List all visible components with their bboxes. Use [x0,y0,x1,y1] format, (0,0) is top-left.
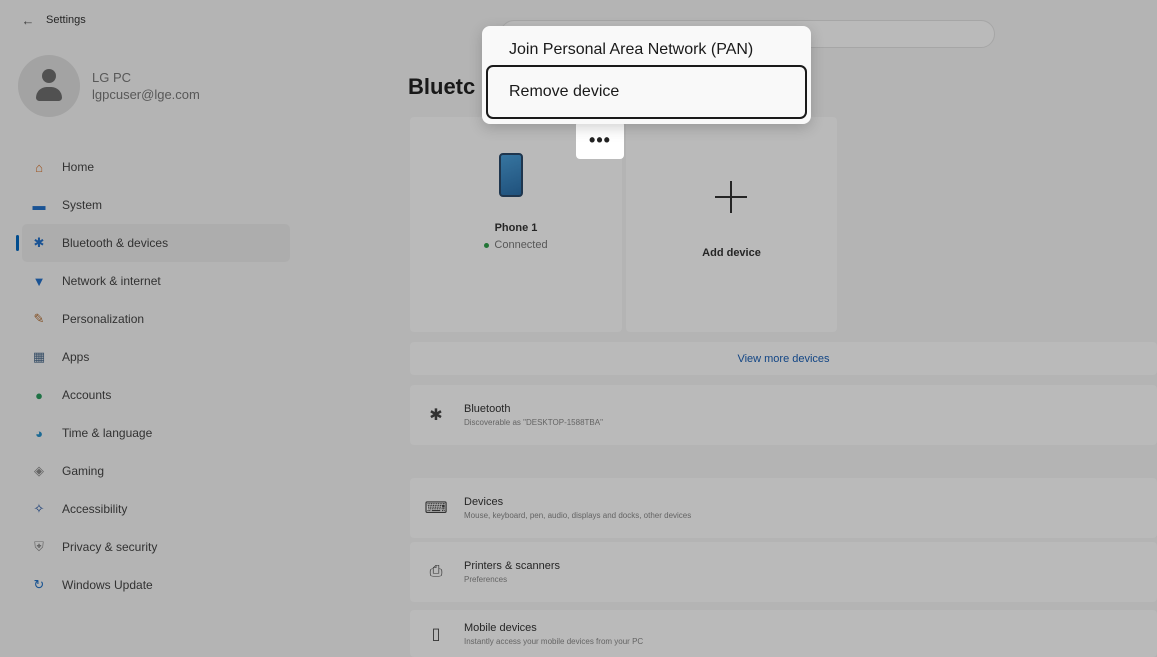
status-dot-icon [484,242,490,248]
plus-icon [711,177,751,217]
sidebar-item-label: Accounts [62,388,112,402]
devices-icon: ⌨ [424,500,448,517]
bluetooth-setting-row[interactable]: ✱ Bluetooth Discoverable as "DESKTOP-158… [410,385,1157,445]
view-more-devices-link[interactable]: View more devices [410,342,1157,375]
menu-item-remove-device[interactable]: Remove device [486,65,807,119]
more-options-button[interactable]: ••• [576,121,624,159]
sidebar-item-accessibility[interactable]: ✧ Accessibility [22,490,290,528]
sidebar-item-accounts[interactable]: ● Accounts [22,376,290,414]
sidebar-item-windows-update[interactable]: ↻ Windows Update [22,566,290,604]
title-bar: ← Settings [0,0,420,40]
sidebar-item-personalization[interactable]: ✎ Personalization [22,300,290,338]
sidebar-item-system[interactable]: ▬ System [22,186,290,224]
mobile-devices-setting-row[interactable]: ▯ Mobile devices Instantly access your m… [410,610,1157,657]
row-title: Mobile devices [464,621,537,634]
sidebar-item-label: System [62,198,103,212]
row-subtitle: Instantly access your mobile devices fro… [464,636,644,646]
profile-email: lgpcuser@lge.com [92,87,200,102]
row-subtitle: Discoverable as "DESKTOP-1588TBA" [464,418,603,427]
user-profile[interactable]: LG PC lgpcuser@lge.com [18,55,200,117]
brush-icon: ✎ [33,311,45,326]
add-device-label: Add device [702,247,761,259]
sidebar-item-label: Windows Update [62,578,153,592]
shield-icon: ⛨ [34,539,44,554]
accounts-icon: ● [35,387,43,403]
device-status-text: Connected [494,239,548,251]
back-arrow-icon[interactable]: ← [18,10,38,30]
wifi-icon: ▼ [32,273,46,289]
sidebar-item-label: Privacy & security [62,540,158,554]
context-menu: Join Personal Area Network (PAN) Remove … [482,26,811,124]
sidebar-item-label: Home [62,160,95,174]
focus-outline [486,65,807,119]
sidebar-item-label: Gaming [62,464,105,478]
home-icon: ⌂ [35,159,43,175]
device-status: Connected [410,239,622,251]
row-title: Devices [464,496,504,508]
update-icon: ↻ [33,577,45,592]
profile-text: LG PC lgpcuser@lge.com [92,70,200,102]
printers-setting-row[interactable]: ⎙ Printers & scanners Preferences [410,542,1157,602]
active-indicator [16,235,19,251]
avatar [18,55,80,117]
sidebar-item-label: Network & internet [62,274,161,288]
row-subtitle: Preferences [464,575,508,584]
menu-item-join-pan[interactable]: Join Personal Area Network (PAN) [486,33,807,67]
accessibility-icon: ✧ [33,501,45,516]
phone-icon [499,153,523,197]
sidebar-item-home[interactable]: ⌂ Home [22,148,290,186]
row-title: Bluetooth [464,403,511,415]
devices-setting-row[interactable]: ⌨ Devices Mouse, keyboard, pen, audio, d… [410,478,1157,538]
sidebar-item-label: Apps [62,350,90,364]
avatar-shoulders [36,87,62,101]
device-name: Phone 1 [494,222,538,234]
sidebar-item-label: Bluetooth & devices [62,236,169,250]
row-text: Bluetooth Discoverable as "DESKTOP-1588T… [464,403,603,427]
gamepad-icon: ◈ [34,463,44,478]
sidebar-item-privacy[interactable]: ⛨ Privacy & security [22,528,290,566]
avatar-head [42,69,56,83]
sidebar-item-time-language[interactable]: ◕ Time & language [22,414,290,452]
sidebar-item-bluetooth[interactable]: ✱ Bluetooth & devices [16,224,290,262]
sidebar-item-label: Personalization [62,312,145,326]
globe-icon: ◕ [35,425,43,441]
printer-icon: ⎙ [429,563,443,580]
sidebar-item-gaming[interactable]: ◈ Gaming [22,452,290,490]
row-text: Mobile devices Instantly access your mob… [464,622,643,646]
mobile-icon: ▯ [431,625,441,643]
window-title: Settings [46,14,86,26]
add-device-button[interactable]: Add device [626,117,837,332]
row-subtitle: Mouse, keyboard, pen, audio, displays an… [464,511,692,520]
row-text: Printers & scanners Preferences [464,560,560,584]
apps-icon: ▦ [32,349,46,364]
row-title: Printers & scanners [464,560,560,572]
sidebar-nav: ⌂ Home ▬ System ✱ Bluetooth & devices ▼ … [16,148,290,604]
profile-name: LG PC [92,70,132,85]
sidebar-item-apps[interactable]: ▦ Apps [22,338,290,376]
sidebar-item-label: Time & language [62,426,153,440]
system-icon: ▬ [32,197,46,213]
bluetooth-icon: ✱ [33,235,45,250]
sidebar-item-label: Accessibility [62,502,128,516]
page-title: Bluetc [408,74,476,99]
row-text: Devices Mouse, keyboard, pen, audio, dis… [464,496,691,520]
bluetooth-icon: ✱ [429,407,443,424]
sidebar-item-network[interactable]: ▼ Network & internet [22,262,290,300]
